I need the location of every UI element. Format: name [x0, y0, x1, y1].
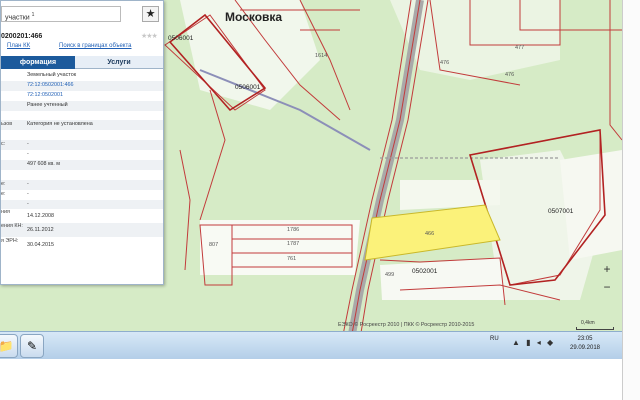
block-label: 0506001 — [168, 35, 194, 42]
info-row: 72:12:0502001 — [1, 91, 163, 101]
info-row-value: - — [27, 190, 29, 197]
window-right-edge — [622, 0, 640, 400]
info-panel: участки 1 ★ 0200201:466 ★★★ План КК Поис… — [0, 0, 164, 285]
clock-time: 23:05 — [577, 336, 593, 342]
info-row-value[interactable]: 72:12:0502001:466 — [27, 81, 73, 91]
info-row-label: с: — [1, 141, 6, 148]
parcel-label: 466 — [425, 231, 435, 237]
link-search-in-bounds[interactable]: Поиск в границах объекта — [59, 43, 132, 49]
info-row: я ЭРН: 30.04.2015 — [1, 237, 163, 254]
clock[interactable]: 23:05 29.09.2018 — [560, 335, 610, 353]
info-row-value: Ранее учтенный — [27, 101, 68, 108]
info-row-value: 26.11.2012 — [27, 227, 54, 234]
map-copyright: ЕЭКО © Росреестр 2010 | ПКК © Росреестр … — [338, 322, 475, 328]
parcel-label: 476 — [440, 60, 450, 66]
search-count: 1 — [31, 12, 35, 18]
info-row-label: ния — [1, 209, 10, 216]
info-row: 497 608 кв. м — [1, 160, 163, 170]
info-row-label: ения КН: — [1, 223, 23, 230]
info-row-value: - — [27, 200, 29, 207]
taskbar: 📁 ✎ RU ▲ ▮ ◂ ◆ 23:05 29.09.2018 — [0, 331, 622, 359]
parcel-label: 1787 — [287, 241, 300, 247]
info-row — [1, 130, 163, 140]
tab-information[interactable]: формация — [1, 56, 75, 69]
info-row: ния 14.12.2008 — [1, 209, 163, 223]
parcel-label: 1614 — [315, 53, 328, 59]
info-row: е: - — [1, 190, 163, 200]
info-row-label: е: — [1, 190, 6, 197]
parcel-label: 477 — [515, 45, 525, 51]
parcel-label: 807 — [209, 242, 219, 248]
info-row-label: я ЭРН: — [1, 238, 19, 245]
info-row-label: ьзов — [1, 121, 13, 128]
bottom-empty-area — [0, 358, 622, 400]
info-row: Земельный участок — [1, 71, 163, 81]
folder-icon[interactable]: 📁 — [0, 334, 18, 358]
star-icon[interactable]: ★ — [142, 6, 159, 22]
block-label: 0507001 — [548, 208, 574, 215]
place-name-label: Московка — [225, 10, 283, 24]
clock-date: 29.09.2018 — [569, 345, 601, 351]
info-row — [1, 170, 163, 180]
language-indicator[interactable]: RU — [490, 336, 499, 342]
tray-icons[interactable]: ▲ ▮ ◂ ◆ — [512, 338, 555, 347]
info-row-value[interactable]: 72:12:0502001 — [27, 91, 63, 101]
info-row-label: е: — [1, 180, 6, 187]
scale-bar — [576, 327, 614, 330]
info-row-value: 497 608 кв. м — [27, 161, 60, 168]
info-row-value: Земельный участок — [27, 72, 77, 78]
search-input[interactable]: участки 1 — [1, 6, 121, 22]
zoom-out-button[interactable]: − — [600, 280, 614, 294]
parcel-label: 476 — [505, 72, 515, 78]
info-row: - — [1, 150, 163, 160]
scale-label: 0,4km — [581, 320, 595, 326]
parcel-label: 761 — [287, 256, 297, 262]
tab-services[interactable]: Услуги — [75, 56, 163, 69]
info-row — [1, 111, 163, 121]
info-row-value: 30.04.2015 — [27, 242, 54, 249]
info-row: с: - — [1, 140, 163, 151]
info-row: ения КН: 26.11.2012 — [1, 223, 163, 238]
info-row: 72:12:0502001:466 — [1, 80, 163, 91]
block-label: 0502001 — [412, 268, 438, 275]
info-row-value: 14.12.2008 — [27, 213, 54, 220]
zoom-in-button[interactable]: + — [600, 262, 614, 276]
block-label: 0506001 — [235, 84, 261, 91]
info-row: Ранее учтенный — [1, 100, 163, 111]
info-row-value: - — [27, 180, 29, 187]
search-text: участки — [5, 14, 30, 22]
info-row: е: - — [1, 179, 163, 190]
parcel-label: 499 — [385, 272, 395, 278]
info-row-value: - — [27, 151, 29, 158]
panel-tabs: формация Услуги — [1, 56, 163, 69]
cadastral-number: 0200201:466 — [1, 33, 43, 40]
rating-stars: ★★★ — [141, 33, 158, 40]
info-row-value: Категория не установлена — [27, 121, 93, 128]
info-row-value: - — [27, 141, 29, 148]
app-icon[interactable]: ✎ — [20, 334, 44, 358]
info-rows: Земельный участок 72:12:0502001:466 72:12:… — [1, 71, 163, 254]
info-row: ьзов Категория не установлена — [1, 120, 163, 131]
link-plan-kk[interactable]: План КК — [7, 43, 30, 49]
parcel-label: 1786 — [287, 227, 300, 233]
info-row: - — [1, 199, 163, 210]
